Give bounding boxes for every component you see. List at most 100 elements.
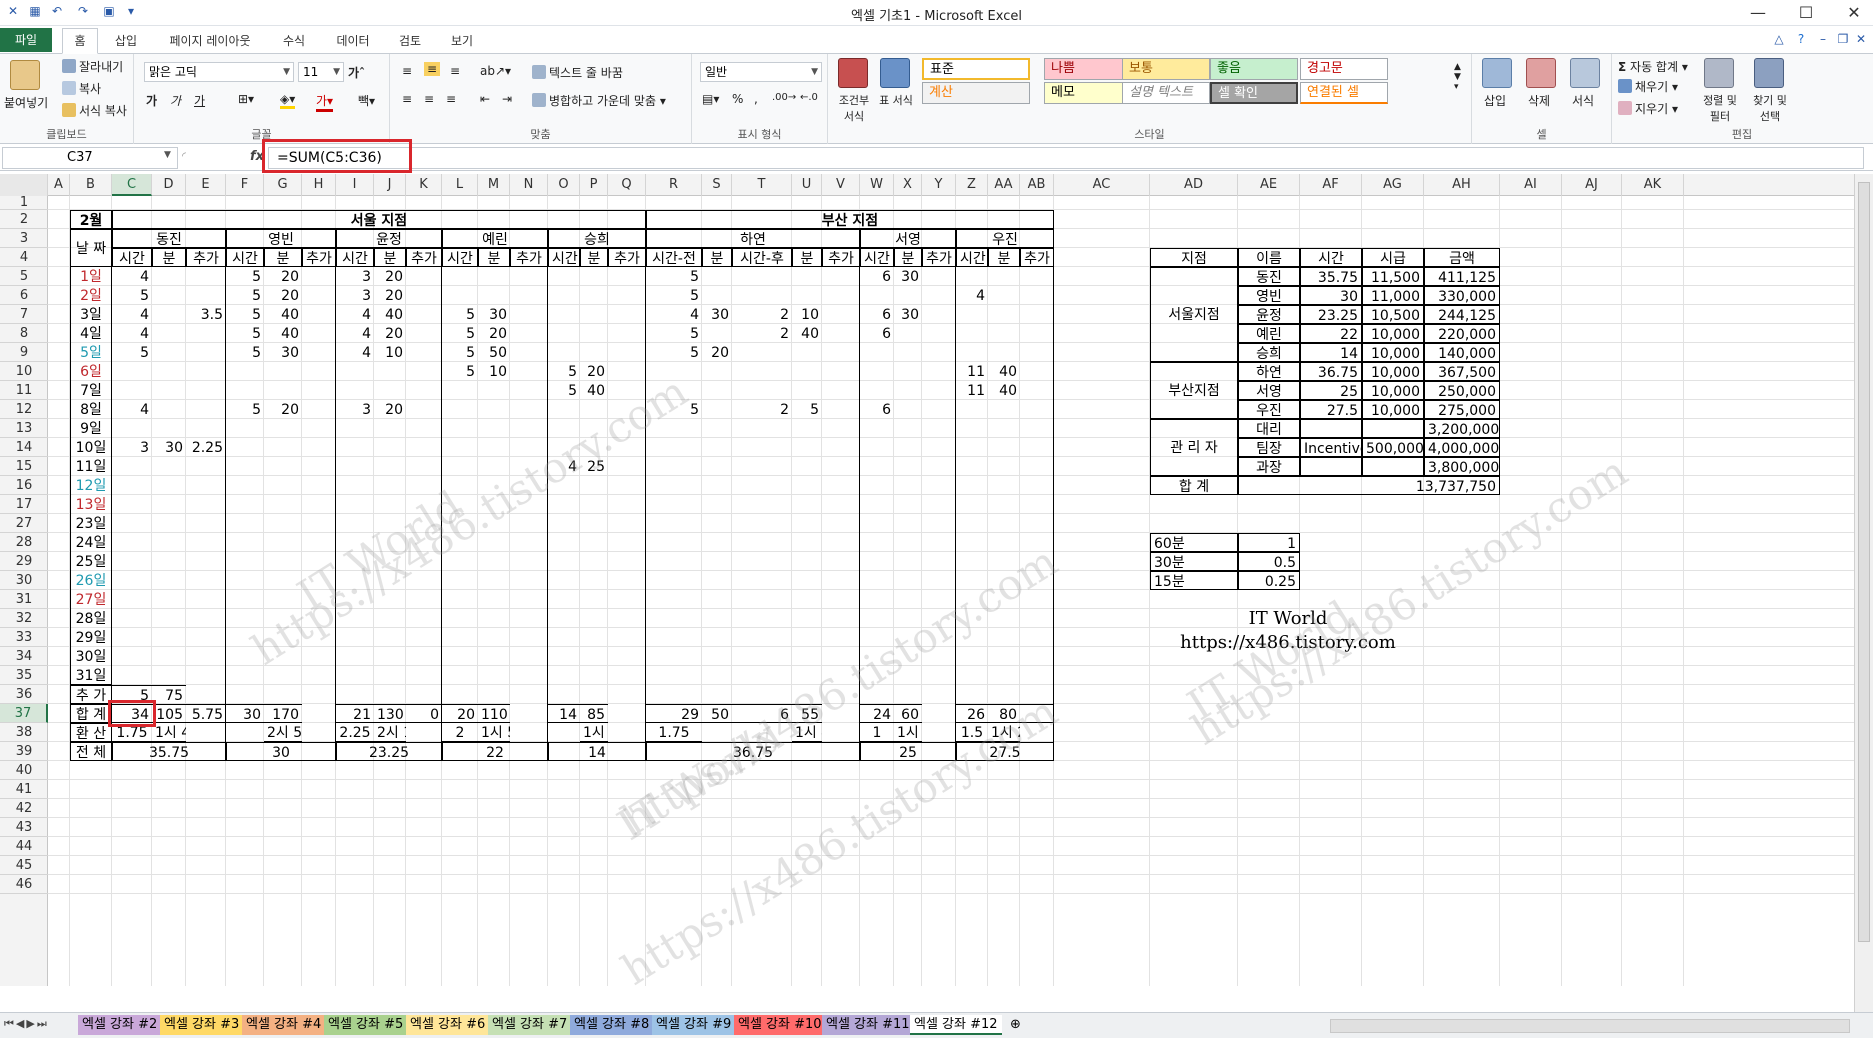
column-header-T[interactable]: T	[732, 174, 792, 196]
cell-summary-amount[interactable]: 275,000	[1424, 400, 1500, 419]
cell-summary-hours[interactable]: 36.75	[1300, 362, 1362, 381]
cell-date[interactable]: 7일	[70, 381, 112, 400]
cell-value[interactable]: 4	[112, 324, 152, 343]
cell-value[interactable]: 40	[580, 381, 608, 400]
column-header-N[interactable]: N	[510, 174, 548, 196]
cell-value[interactable]: 3	[112, 438, 152, 457]
cell-value[interactable]: 20	[264, 400, 302, 419]
column-header-P[interactable]: P	[580, 174, 608, 196]
cell-date[interactable]: 27일	[70, 590, 112, 609]
cell-sub-header[interactable]: 시간	[956, 248, 988, 267]
cell-value[interactable]: 20	[374, 286, 406, 305]
cell-value[interactable]: 5	[226, 267, 264, 286]
row-header-6[interactable]: 6	[0, 286, 48, 305]
column-header-C[interactable]: C	[112, 174, 152, 196]
column-header-X[interactable]: X	[894, 174, 922, 196]
horizontal-scrollbar[interactable]	[1330, 1019, 1850, 1033]
cell-summary-hours[interactable]: 30	[1300, 286, 1362, 305]
cell-summary-wage[interactable]: 10,000	[1362, 362, 1424, 381]
cell-date[interactable]: 8일	[70, 400, 112, 419]
row-header-44[interactable]: 44	[0, 837, 48, 856]
cell-sub-header[interactable]: 시간	[336, 248, 374, 267]
cell-sub-header[interactable]: 분	[478, 248, 510, 267]
tab-formulas[interactable]: 수식	[276, 30, 312, 52]
column-header-I[interactable]: I	[336, 174, 374, 196]
cell-value[interactable]: 4	[336, 305, 374, 324]
row-header-14[interactable]: 14	[0, 438, 48, 457]
cell-value[interactable]: 3	[336, 400, 374, 419]
cell-value[interactable]: 4	[336, 324, 374, 343]
ribbon-collapse-icon[interactable]: △	[1770, 32, 1788, 49]
cell-date[interactable]: 26일	[70, 571, 112, 590]
cell-value[interactable]: 30	[894, 267, 922, 286]
cell-total[interactable]: 50	[702, 704, 732, 723]
column-header-AD[interactable]: AD	[1150, 174, 1238, 196]
cell-name-header[interactable]: 영빈	[226, 229, 336, 248]
cell-value[interactable]: 11	[956, 381, 988, 400]
cell-style-5[interactable]: 계산	[922, 82, 1030, 104]
cell-value[interactable]: 40	[988, 362, 1020, 381]
cell-value[interactable]: 50	[478, 343, 510, 362]
row-header-41[interactable]: 41	[0, 780, 48, 799]
find-select-button[interactable]: 찾기 및 선택	[1748, 92, 1792, 124]
cell-date[interactable]: 30일	[70, 647, 112, 666]
vertical-scrollbar[interactable]	[1854, 174, 1873, 1012]
cell-value[interactable]: 4	[646, 305, 702, 324]
cell-summary-header[interactable]: 금액	[1424, 248, 1500, 267]
gallery-scroll-icon[interactable]: ▲ ▼ ▾	[1454, 62, 1461, 92]
cell-value[interactable]: 4	[112, 267, 152, 286]
cell-value[interactable]: 5	[112, 343, 152, 362]
cell-summary-header[interactable]: 시간	[1300, 248, 1362, 267]
cell-summary-amount[interactable]: 3,800,000	[1424, 457, 1500, 476]
cell-total[interactable]: 14	[548, 704, 580, 723]
row-header-45[interactable]: 45	[0, 856, 48, 875]
cell-value[interactable]: 20	[374, 267, 406, 286]
cell-style-8[interactable]: 셀 확인	[1210, 82, 1298, 104]
column-header-O[interactable]: O	[548, 174, 580, 196]
column-header-AJ[interactable]: AJ	[1562, 174, 1622, 196]
cell-month[interactable]: 2월	[70, 210, 112, 229]
row-header-28[interactable]: 28	[0, 533, 48, 552]
cell-summary-amount[interactable]: 330,000	[1424, 286, 1500, 305]
cell-name-header[interactable]: 우진	[956, 229, 1054, 248]
cell-total[interactable]: 0	[406, 704, 442, 723]
fill-color-icon[interactable]: ◈▾	[280, 92, 296, 109]
row-header-9[interactable]: 9	[0, 343, 48, 362]
cell-total[interactable]: 170	[264, 704, 302, 723]
cell-value[interactable]: 5	[442, 343, 478, 362]
format-cells-icon[interactable]	[1570, 58, 1600, 88]
row-header-29[interactable]: 29	[0, 552, 48, 571]
cell-style-3[interactable]: 좋음	[1210, 58, 1298, 80]
column-header-AF[interactable]: AF	[1300, 174, 1362, 196]
cell-sub-header[interactable]: 추가	[922, 248, 956, 267]
align-center-icon[interactable]: ≡	[424, 92, 434, 106]
cell-date[interactable]: 13일	[70, 495, 112, 514]
cell-date[interactable]: 24일	[70, 533, 112, 552]
cut-button[interactable]: 잘라내기	[62, 58, 123, 75]
cell-date[interactable]: 2일	[70, 286, 112, 305]
cell-value[interactable]: 11	[956, 362, 988, 381]
cell-value[interactable]: 30	[894, 305, 922, 324]
cell-summary-header[interactable]: 지점	[1150, 248, 1238, 267]
cell-value[interactable]: 3	[336, 286, 374, 305]
cell-value[interactable]: 4	[956, 286, 988, 305]
row-header-13[interactable]: 13	[0, 419, 48, 438]
format-painter-button[interactable]: 서식 복사	[62, 102, 127, 119]
cell-summary-hours[interactable]: Incentive	[1300, 438, 1362, 457]
cell-summary-hours[interactable]: 25	[1300, 381, 1362, 400]
column-header-B[interactable]: B	[70, 174, 112, 196]
cell-busan-branch-label[interactable]: 부산지점	[1150, 362, 1238, 419]
cell-summary-name[interactable]: 동진	[1238, 267, 1300, 286]
cell-summary-amount[interactable]: 140,000	[1424, 343, 1500, 362]
cell-all-total[interactable]: 30	[226, 742, 336, 761]
conditional-format-icon[interactable]	[838, 58, 868, 88]
cell-value[interactable]: 5	[226, 343, 264, 362]
italic-button[interactable]: 가	[170, 92, 181, 109]
border-icon[interactable]: ⊞▾	[238, 92, 254, 106]
cell-summary-wage[interactable]	[1362, 419, 1424, 438]
cell-summary-header[interactable]: 이름	[1238, 248, 1300, 267]
conditional-format-button[interactable]: 조건부 서식	[834, 92, 874, 124]
cell-sub-header[interactable]: 시간-전	[646, 248, 702, 267]
column-header-D[interactable]: D	[152, 174, 186, 196]
format-cells-button[interactable]: 서식	[1572, 92, 1594, 109]
